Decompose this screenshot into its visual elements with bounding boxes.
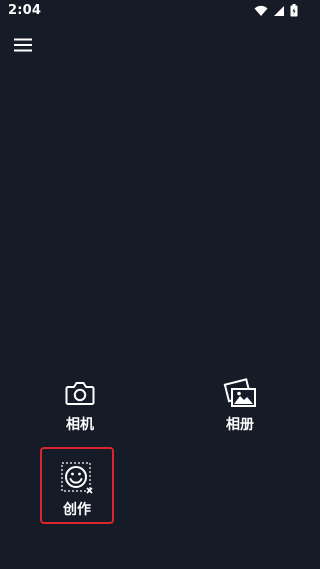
signal-icon <box>273 2 285 21</box>
create-label: 创作 <box>63 502 91 518</box>
album-icon <box>223 376 257 410</box>
menu-button[interactable] <box>12 36 34 56</box>
battery-icon <box>290 2 298 21</box>
app-screen: 2:04 相机 相册 创作 <box>0 0 320 569</box>
create-button[interactable]: 创作 <box>40 447 114 524</box>
status-time: 2:04 <box>8 3 42 18</box>
menu-icon <box>14 37 32 56</box>
album-button[interactable]: 相册 <box>200 374 280 438</box>
camera-label: 相机 <box>66 417 94 433</box>
album-label: 相册 <box>226 417 254 433</box>
camera-icon <box>63 376 97 410</box>
create-icon <box>60 461 94 495</box>
wifi-icon <box>254 2 268 21</box>
camera-button[interactable]: 相机 <box>40 374 120 438</box>
status-bar: 2:04 <box>0 0 320 24</box>
status-icons <box>254 2 298 21</box>
